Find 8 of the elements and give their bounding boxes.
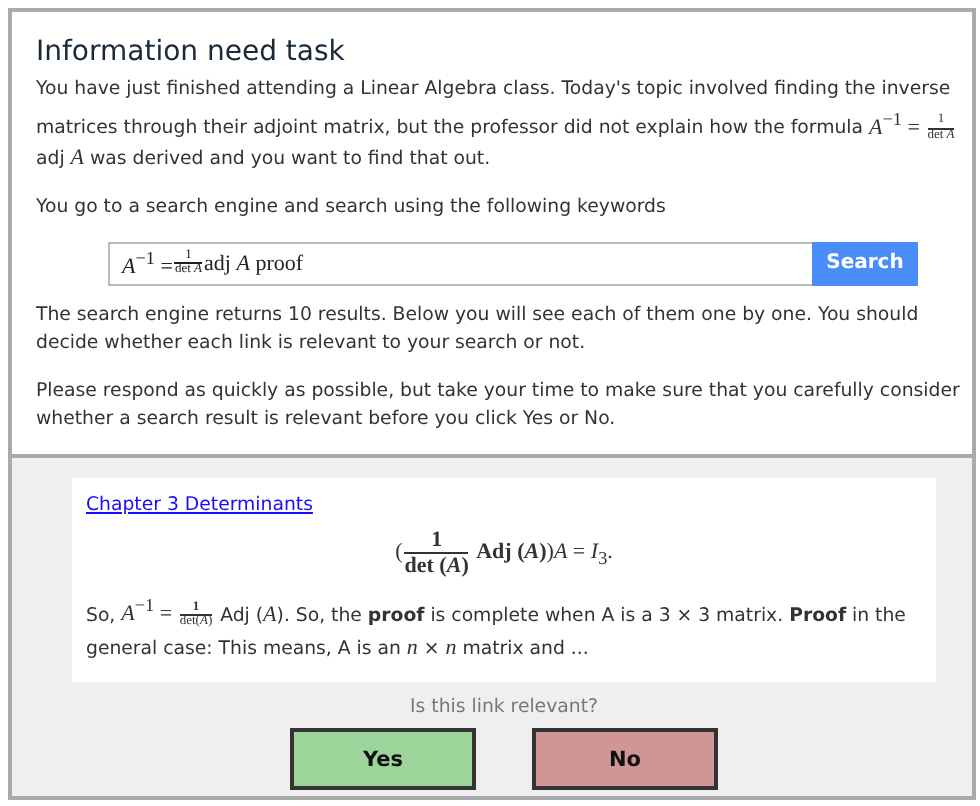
result-link[interactable]: Chapter 3 Determinants bbox=[86, 493, 313, 516]
no-button[interactable]: No bbox=[532, 728, 718, 791]
yes-button[interactable]: Yes bbox=[290, 728, 476, 791]
search-instruction: You go to a search engine and search using the following keywords bbox=[36, 193, 668, 222]
task-title: Information need task bbox=[36, 36, 347, 68]
relevance-question: Is this link relevant? bbox=[410, 696, 598, 719]
instructions-text: Please respond as quickly as possible, but take your time to make sure that you carefully consider whether a search result is relevant before you click Yes or No. bbox=[36, 377, 960, 434]
results-note: The search engine returns 10 results. Below you will see each of them one by one. You should decide whether each link is relevant to your search or not. bbox=[36, 301, 921, 358]
